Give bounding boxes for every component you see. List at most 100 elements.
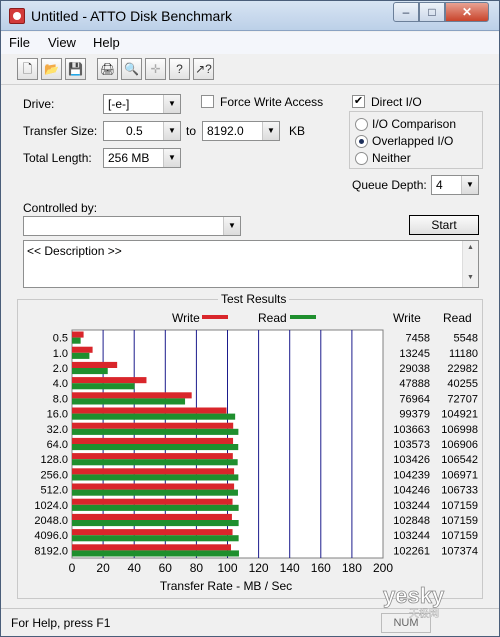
drive-select[interactable]: [-e-] ▼ bbox=[103, 94, 181, 114]
y-tick-label: 32.0 bbox=[47, 424, 68, 436]
yesky-watermark: yesky 天极网 bbox=[383, 583, 446, 619]
overlapped-io-radio[interactable] bbox=[355, 135, 368, 148]
open-folder-icon[interactable]: 📂 bbox=[41, 58, 62, 80]
x-tick-label: 180 bbox=[342, 561, 362, 575]
transfer-to-select[interactable]: 8192.0 ▼ bbox=[202, 121, 280, 141]
status-text: For Help, press F1 bbox=[11, 616, 111, 630]
maximize-button[interactable]: □ bbox=[419, 2, 445, 22]
read-bar bbox=[72, 413, 236, 420]
toolbar: 🗋 📂 💾 🖨 🔍 ✛ ? ↗? bbox=[1, 55, 499, 85]
write-bar bbox=[72, 407, 227, 414]
write-value: 102848 bbox=[393, 515, 430, 527]
write-bar bbox=[72, 392, 192, 399]
x-axis-label: Transfer Rate - MB / Sec bbox=[160, 579, 292, 593]
write-bar bbox=[72, 361, 118, 368]
drive-label: Drive: bbox=[23, 97, 55, 111]
move-icon: ✛ bbox=[145, 58, 166, 80]
print-preview-icon[interactable]: 🔍 bbox=[121, 58, 142, 80]
read-value: 11180 bbox=[449, 348, 478, 360]
print-icon[interactable]: 🖨 bbox=[97, 58, 118, 80]
write-value: 99379 bbox=[399, 409, 430, 421]
y-tick-label: 128.0 bbox=[40, 454, 68, 466]
x-tick-label: 20 bbox=[96, 561, 110, 575]
help-icon[interactable]: ? bbox=[169, 58, 190, 80]
menu-file[interactable]: File bbox=[9, 35, 30, 50]
menu-help[interactable]: Help bbox=[93, 35, 120, 50]
direct-io-checkbox[interactable]: ✔ bbox=[352, 95, 365, 108]
direct-io-label: Direct I/O bbox=[371, 95, 422, 109]
y-tick-label: 0.5 bbox=[53, 333, 68, 345]
watermark-text: yesky bbox=[383, 583, 445, 608]
y-tick-label: 2.0 bbox=[53, 363, 68, 375]
x-tick-label: 60 bbox=[159, 561, 173, 575]
neither-radio[interactable] bbox=[355, 152, 368, 165]
read-value: 107159 bbox=[441, 530, 478, 542]
read-bar bbox=[72, 474, 239, 481]
context-help-icon[interactable]: ↗? bbox=[193, 58, 214, 80]
watermark-sub: 天极网 bbox=[409, 607, 439, 619]
read-column-header: Read bbox=[443, 311, 472, 325]
chevron-down-icon: ▼ bbox=[163, 95, 180, 113]
write-bar bbox=[72, 529, 233, 536]
save-icon[interactable]: 💾 bbox=[65, 58, 86, 80]
chevron-down-icon: ▼ bbox=[163, 122, 180, 140]
write-bar bbox=[72, 544, 232, 551]
total-length-select[interactable]: 256 MB ▼ bbox=[103, 148, 181, 168]
read-value: 107374 bbox=[441, 545, 478, 557]
x-tick-label: 200 bbox=[373, 561, 393, 575]
start-button[interactable]: Start bbox=[409, 215, 479, 235]
menu-view[interactable]: View bbox=[48, 35, 76, 50]
write-value: 13245 bbox=[399, 348, 430, 360]
chevron-down-icon: ▼ bbox=[163, 149, 180, 167]
total-length-label: Total Length: bbox=[23, 151, 92, 165]
io-comparison-label: I/O Comparison bbox=[372, 117, 457, 131]
description-scrollbar[interactable]: ▲ ▼ bbox=[462, 241, 478, 287]
write-value: 104246 bbox=[393, 485, 430, 497]
app-logo-icon bbox=[9, 8, 25, 24]
write-bar bbox=[72, 346, 93, 353]
legend-read-label: Read bbox=[258, 311, 287, 325]
to-label: to bbox=[186, 124, 197, 138]
force-write-checkbox[interactable] bbox=[201, 95, 214, 108]
chevron-down-icon: ▼ bbox=[223, 217, 240, 235]
chevron-down-icon: ▼ bbox=[262, 122, 279, 140]
app-window: Untitled - ATTO Disk Benchmark – □ ✕ Fil… bbox=[0, 0, 500, 637]
queue-depth-select[interactable]: 4 ▼ bbox=[431, 175, 479, 195]
scroll-down-icon[interactable]: ▼ bbox=[467, 274, 474, 281]
transfer-from-select[interactable]: 0.5 ▼ bbox=[103, 121, 181, 141]
menu-bar: File View Help bbox=[1, 32, 499, 54]
new-document-icon[interactable]: 🗋 bbox=[17, 58, 38, 80]
x-tick-label: 120 bbox=[249, 561, 269, 575]
read-value: 22982 bbox=[447, 363, 478, 375]
transfer-from-value: 0.5 bbox=[126, 124, 143, 138]
settings-panel: Drive: [-e-] ▼ Force Write Access ✔ Dire… bbox=[9, 87, 491, 607]
y-tick-label: 1.0 bbox=[53, 348, 68, 360]
write-value: 103573 bbox=[393, 439, 430, 451]
minimize-button[interactable]: – bbox=[393, 2, 419, 22]
read-bar bbox=[72, 520, 239, 527]
read-bar bbox=[72, 444, 239, 451]
title-bar: Untitled - ATTO Disk Benchmark – □ ✕ bbox=[1, 1, 499, 31]
write-value: 76964 bbox=[399, 393, 430, 405]
write-column-header: Write bbox=[393, 311, 421, 325]
y-tick-label: 16.0 bbox=[47, 409, 68, 421]
write-value: 7458 bbox=[406, 333, 430, 345]
y-tick-label: 4096.0 bbox=[34, 530, 68, 542]
read-value: 5548 bbox=[454, 333, 478, 345]
write-bar bbox=[72, 468, 235, 475]
close-button[interactable]: ✕ bbox=[445, 2, 489, 22]
description-field[interactable]: << Description >> ▲ ▼ bbox=[23, 240, 479, 288]
controlled-by-select[interactable]: ▼ bbox=[23, 216, 241, 236]
x-tick-label: 0 bbox=[69, 561, 76, 575]
write-bar bbox=[72, 498, 233, 505]
x-tick-label: 140 bbox=[280, 561, 300, 575]
read-value: 107159 bbox=[441, 500, 478, 512]
scroll-up-icon[interactable]: ▲ bbox=[467, 244, 474, 251]
read-bar bbox=[72, 489, 238, 496]
y-tick-label: 4.0 bbox=[53, 378, 68, 390]
kb-label: KB bbox=[289, 124, 306, 138]
write-value: 47888 bbox=[399, 378, 430, 390]
transfer-size-label: Transfer Size: bbox=[23, 124, 98, 138]
write-value: 104239 bbox=[393, 469, 430, 481]
io-comparison-radio[interactable] bbox=[355, 118, 368, 131]
